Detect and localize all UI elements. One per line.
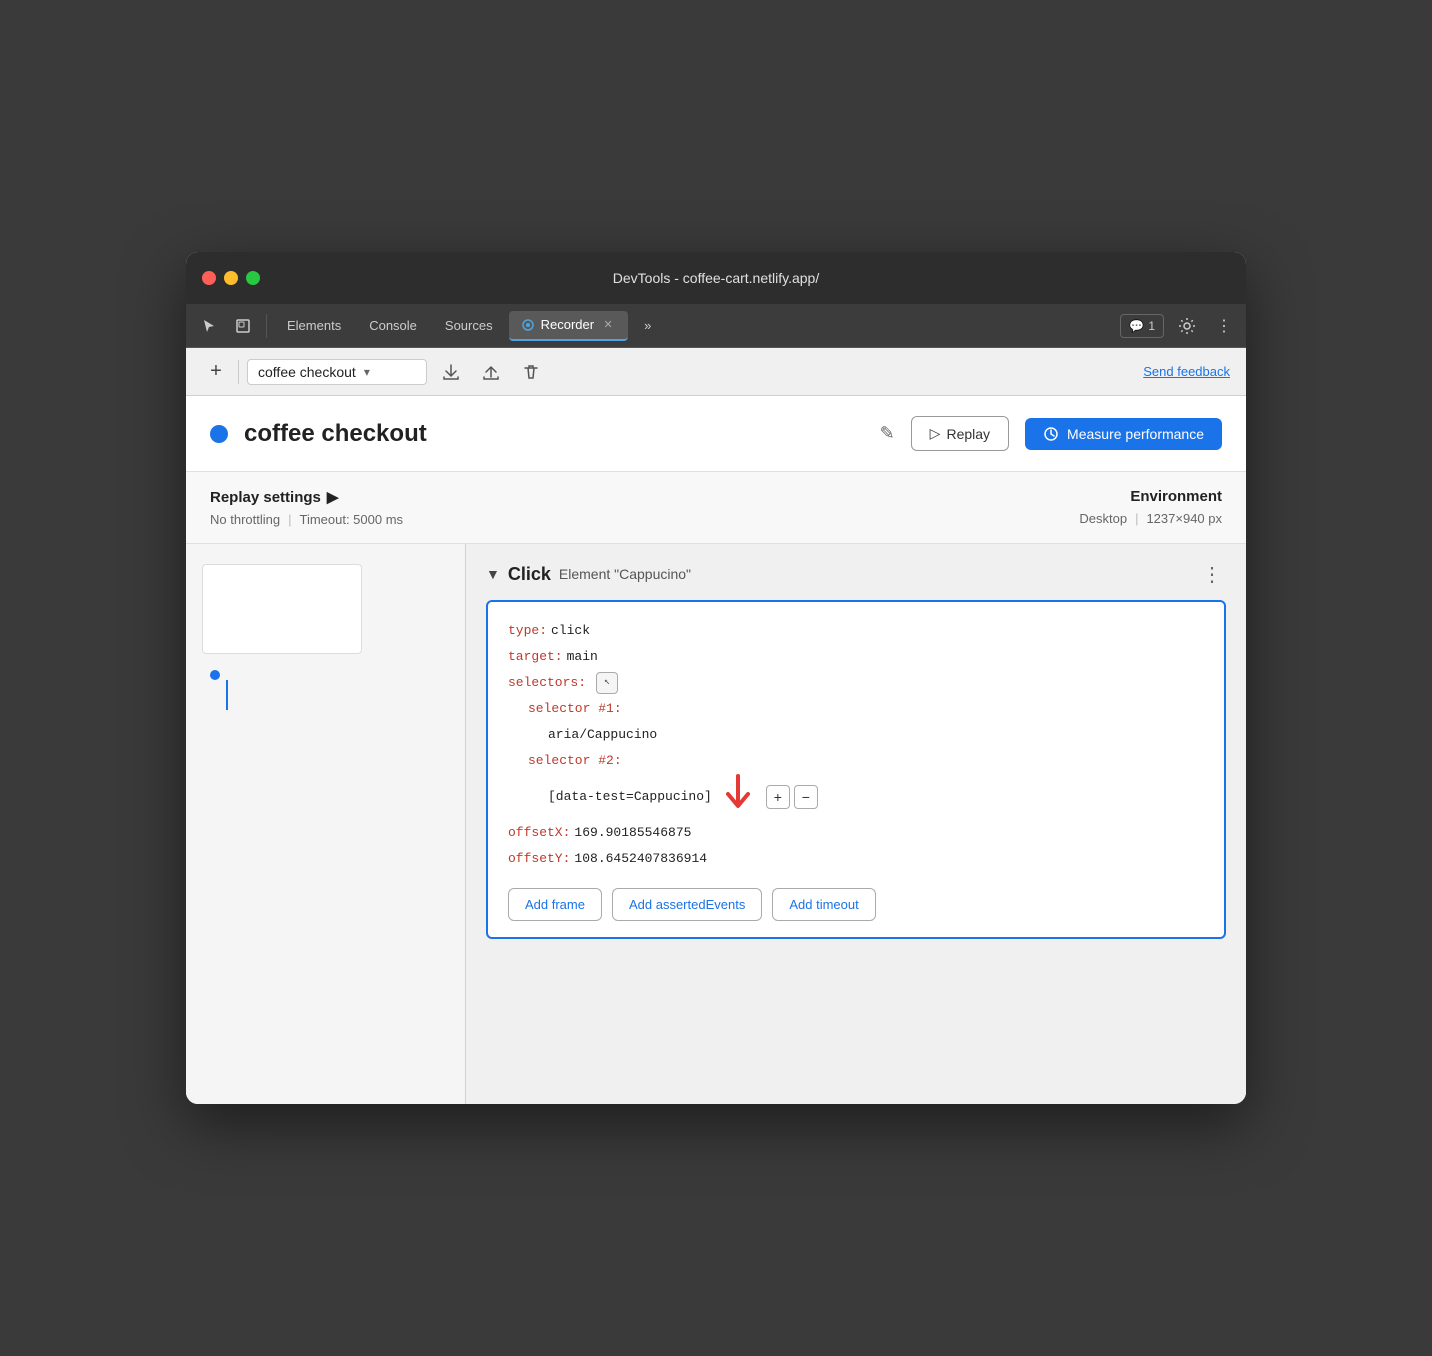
play-icon: ▷ — [930, 425, 941, 442]
tab-elements[interactable]: Elements — [275, 311, 353, 341]
notification-button[interactable]: 💬 1 — [1120, 314, 1164, 338]
code-selector2-val-line: [data-test=Cappucino] + − — [508, 774, 1204, 820]
delete-button[interactable] — [515, 356, 547, 388]
add-asserted-events-button[interactable]: Add assertedEvents — [612, 888, 762, 921]
action-buttons: Add frame Add assertedEvents Add timeout — [508, 888, 1204, 921]
code-selector2-line: selector #2: — [508, 748, 1204, 774]
settings-section: Replay settings ▶ No throttling | Timeou… — [186, 472, 1246, 544]
step-detail-panel: ▼ Click Element "Cappucino" ⋮ type: clic… — [466, 544, 1246, 1104]
environment-settings: Environment Desktop | 1237×940 px — [1079, 488, 1222, 526]
settings-button[interactable] — [1172, 311, 1202, 341]
edit-title-icon[interactable]: ✎ — [880, 423, 895, 444]
step-element-label: Element "Cappucino" — [559, 566, 691, 582]
tabbar-right: 💬 1 ⋮ — [1120, 311, 1238, 341]
replay-settings-left: Replay settings ▶ No throttling | Timeou… — [210, 488, 403, 527]
trash-icon — [522, 363, 540, 381]
code-offsetX-line: offsetX: 169.90185546875 — [508, 820, 1204, 846]
add-timeout-button[interactable]: Add timeout — [772, 888, 875, 921]
replay-settings-title[interactable]: Replay settings ▶ — [210, 488, 403, 506]
step-thumbnail — [202, 564, 362, 654]
code-selectors-line: selectors: ↖ — [508, 670, 1204, 696]
sidebar — [186, 544, 466, 1104]
environment-title: Environment — [1079, 488, 1222, 505]
selector-add-remove-buttons: + − — [766, 785, 818, 809]
more-menu-button[interactable]: ⋮ — [1210, 312, 1238, 340]
export-button[interactable] — [435, 356, 467, 388]
import-button[interactable] — [475, 356, 507, 388]
traffic-lights — [202, 271, 260, 285]
tab-console[interactable]: Console — [357, 311, 429, 341]
step-dot — [210, 670, 220, 680]
code-selector1-line: selector #1: — [508, 696, 1204, 722]
environment-value: Desktop | 1237×940 px — [1079, 511, 1222, 526]
gear-icon — [1178, 317, 1196, 335]
code-selector1-val-line: aria/Cappucino — [508, 722, 1204, 748]
selector-remove-button[interactable]: − — [794, 785, 818, 809]
code-offsetY-line: offsetY: 108.6452407836914 — [508, 846, 1204, 872]
step-header: ▼ Click Element "Cappucino" ⋮ — [486, 560, 1226, 588]
main-content: ▼ Click Element "Cappucino" ⋮ type: clic… — [186, 544, 1246, 1104]
minimize-button[interactable] — [224, 271, 238, 285]
close-button[interactable] — [202, 271, 216, 285]
selector-add-button[interactable]: + — [766, 785, 790, 809]
measure-icon — [1043, 426, 1059, 442]
code-target-line: target: main — [508, 644, 1204, 670]
import-icon — [482, 363, 500, 381]
step-expand-icon[interactable]: ▼ — [486, 566, 500, 582]
step-code-block: type: click target: main selectors: ↖ se… — [486, 600, 1226, 939]
replay-settings-subtitle: No throttling | Timeout: 5000 ms — [210, 512, 403, 527]
chevron-down-icon: ▾ — [364, 365, 370, 379]
step-type-label: Click — [508, 564, 551, 585]
send-feedback-link[interactable]: Send feedback — [1143, 364, 1230, 379]
recording-selector[interactable]: coffee checkout ▾ — [247, 359, 427, 385]
toolbar-separator — [238, 360, 239, 384]
step-menu-button[interactable]: ⋮ — [1198, 560, 1226, 588]
square-icon-btn[interactable] — [228, 311, 258, 341]
code-type-line: type: click — [508, 618, 1204, 644]
tab-more[interactable]: » — [632, 311, 663, 341]
add-recording-button[interactable]: + — [202, 358, 230, 386]
tab-recorder[interactable]: Recorder ✕ — [509, 311, 628, 341]
maximize-button[interactable] — [246, 271, 260, 285]
window-title: DevTools - coffee-cart.netlify.app/ — [613, 270, 819, 286]
settings-arrow-icon: ▶ — [327, 488, 339, 506]
recording-title: coffee checkout — [244, 420, 864, 448]
tab-sources[interactable]: Sources — [433, 311, 505, 341]
export-icon — [442, 363, 460, 381]
tab-close-recorder[interactable]: ✕ — [600, 317, 616, 333]
devtools-window: DevTools - coffee-cart.netlify.app/ Elem… — [186, 252, 1246, 1104]
tabbar: Elements Console Sources Recorder ✕ » 💬 … — [186, 304, 1246, 348]
recording-header: coffee checkout ✎ ▷ Replay Measure perfo… — [186, 396, 1246, 472]
titlebar: DevTools - coffee-cart.netlify.app/ — [186, 252, 1246, 304]
selector-icon: ↖ — [596, 672, 618, 694]
measure-performance-button[interactable]: Measure performance — [1025, 418, 1222, 450]
tab-separator — [266, 314, 267, 338]
toolbar: + coffee checkout ▾ Send feedback — [186, 348, 1246, 396]
recorder-icon — [521, 318, 535, 332]
recording-status-dot — [210, 425, 228, 443]
chat-icon: 💬 — [1129, 319, 1144, 333]
cursor-icon-btn[interactable] — [194, 311, 224, 341]
add-frame-button[interactable]: Add frame — [508, 888, 602, 921]
replay-button[interactable]: ▷ Replay — [911, 416, 1009, 451]
step-connector-line — [226, 680, 228, 710]
red-arrow-indicator — [724, 774, 752, 820]
